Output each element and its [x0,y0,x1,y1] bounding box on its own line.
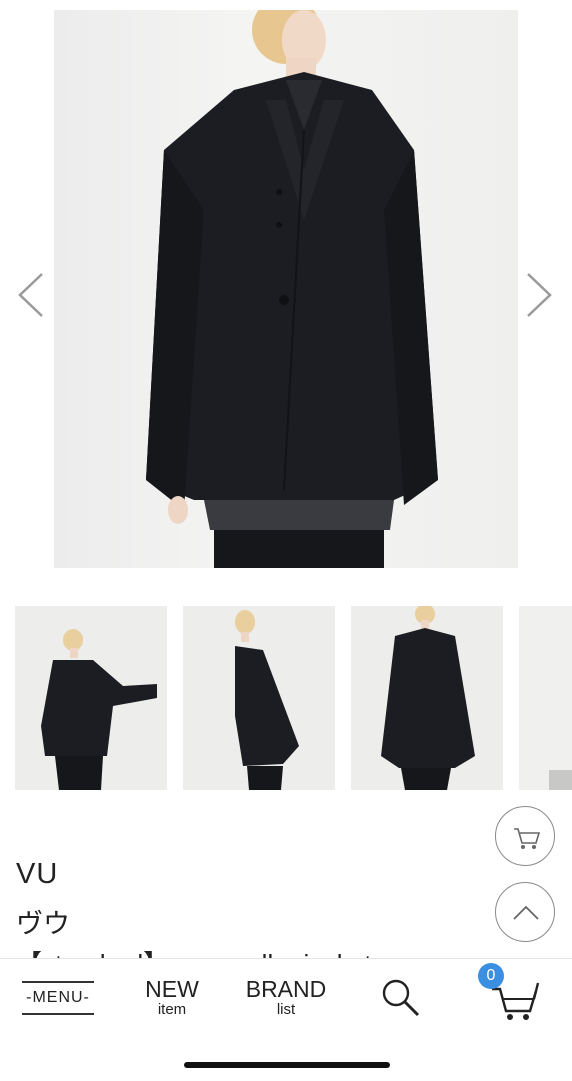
brand-label: BRAND [245,976,327,1002]
new-item-button[interactable]: NEW item [138,977,206,1019]
chevron-left-icon[interactable] [16,270,46,320]
cart-icon [514,828,541,849]
cart-button[interactable]: 0 [478,963,544,1021]
new-label: NEW [145,976,199,1002]
new-sub-label: item [157,1001,187,1018]
menu-button[interactable]: -MENU- [22,981,94,1015]
brand-name-ja: ヴウ [16,909,70,939]
thumbnail-strip [15,606,572,790]
brand-name-en[interactable]: VU [16,858,58,891]
product-name: 【standard】 over collar jacket [16,944,536,958]
menu-label-text: MENU [32,989,84,1006]
chevron-right-icon[interactable] [524,270,554,320]
thumbnail-2[interactable] [183,606,335,790]
thumbnail-4[interactable] [519,606,572,790]
menu-line-top [22,981,94,983]
chevron-up-icon [513,905,539,920]
cart-count-badge: 0 [478,963,504,989]
home-indicator[interactable] [184,1062,390,1068]
scroll-top-button[interactable] [495,882,555,942]
thumbnail-1[interactable] [15,606,167,790]
floating-cart-button[interactable] [495,806,555,866]
model-front-view-photo [381,606,475,790]
model-arm-extended-photo [41,629,157,790]
brand-sub-label: list [276,1001,296,1018]
partial-photo [549,770,572,790]
model-wearing-black-jacket-photo [146,10,438,568]
main-product-image[interactable] [54,10,518,568]
menu-line-bottom [22,1013,94,1015]
product-name-text: 【standard】 over collar jacket [16,949,371,958]
menu-label: -MENU- [26,989,90,1006]
thumbnail-3[interactable] [351,606,503,790]
search-icon[interactable] [378,975,422,1019]
model-side-view-photo [235,610,299,790]
brand-list-button[interactable]: BRAND list [242,977,330,1019]
